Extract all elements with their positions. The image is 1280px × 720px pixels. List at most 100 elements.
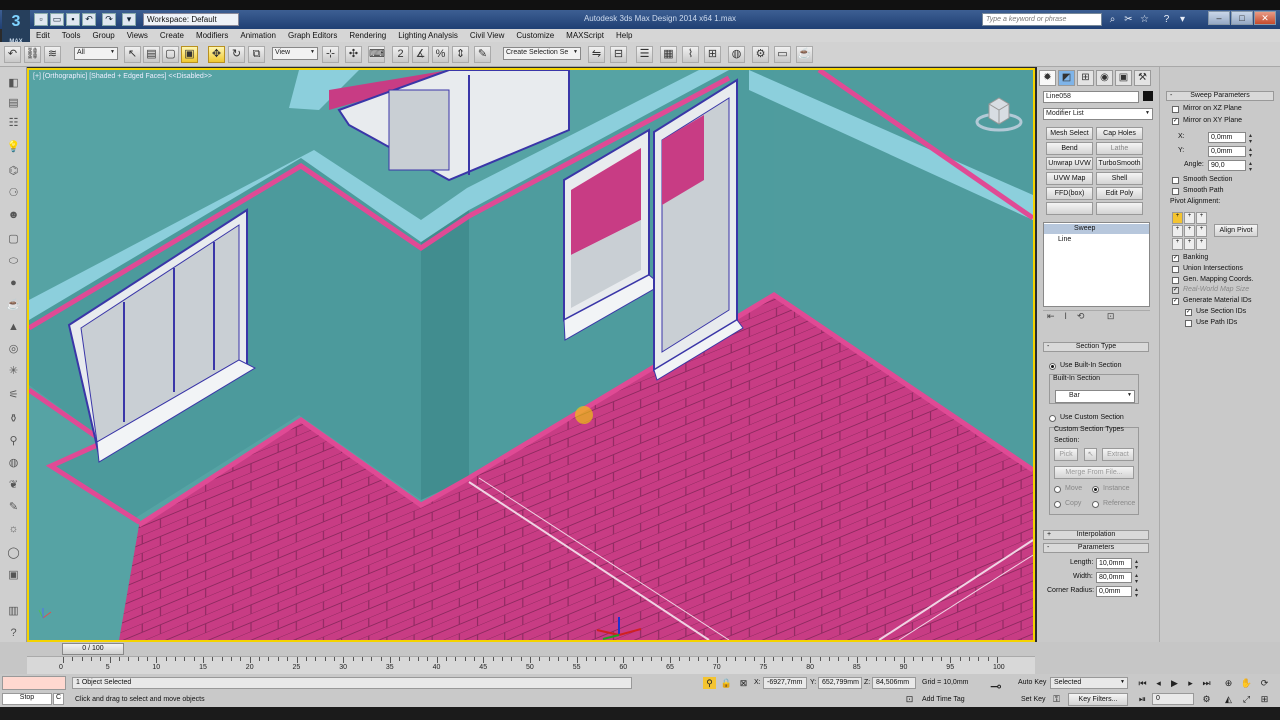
selection-region-icon[interactable]: ▢ xyxy=(162,46,179,63)
padlock-icon[interactable]: 🔒 xyxy=(720,677,733,689)
layout-icon[interactable]: ▥ xyxy=(5,603,22,619)
generate-material-ids-checkbox[interactable]: ✓ xyxy=(1172,298,1179,305)
sphere-icon[interactable]: ◯ xyxy=(5,545,22,561)
time-tag-icon[interactable]: ⊡ xyxy=(903,693,916,705)
window-crossing-icon[interactable]: ▣ xyxy=(181,46,198,63)
set-key-button[interactable]: Set Key xyxy=(1021,696,1046,703)
mirror-xy-checkbox[interactable]: ✓ xyxy=(1172,118,1179,125)
select-manipulate-icon[interactable]: ✣ xyxy=(345,46,362,63)
maxscript-input[interactable]: Stop xyxy=(2,693,52,705)
undo-tool-icon[interactable]: ↶ xyxy=(4,46,21,63)
globe-icon[interactable]: ◍ xyxy=(5,455,22,471)
new-file-icon[interactable]: ▫ xyxy=(34,13,48,26)
smooth-path-checkbox[interactable] xyxy=(1172,188,1179,195)
reference-radio[interactable] xyxy=(1092,501,1099,508)
torus-primitive-icon[interactable]: ◎ xyxy=(5,341,22,357)
named-selection-dropdown[interactable]: Create Selection Se xyxy=(503,47,581,60)
select-by-name-icon[interactable]: ▤ xyxy=(143,46,160,63)
stairs-icon[interactable]: ⚟ xyxy=(5,387,22,403)
gen-mapping-checkbox[interactable] xyxy=(1172,277,1179,284)
edit-poly-button[interactable]: Edit Poly xyxy=(1096,187,1143,200)
scene-explorer-icon[interactable]: ▤ xyxy=(5,95,22,111)
menu-maxscript[interactable]: MAXScript xyxy=(560,31,610,40)
use-path-ids-checkbox[interactable] xyxy=(1185,320,1192,327)
bind-space-warp-icon[interactable]: ≋ xyxy=(44,46,61,63)
maximize-viewport-icon[interactable]: ⤢ xyxy=(1240,693,1253,705)
menu-lighting-analysis[interactable]: Lighting Analysis xyxy=(392,31,464,40)
menu-edit[interactable]: Edit xyxy=(30,31,56,40)
select-and-scale-icon[interactable]: ⧉ xyxy=(248,46,265,63)
rendered-frame-window-icon[interactable]: ▭ xyxy=(774,46,791,63)
selection-filter-dropdown[interactable]: All xyxy=(74,47,118,60)
pivot-cell-icon[interactable]: + xyxy=(1172,238,1183,250)
pivot-cell-icon[interactable]: + xyxy=(1184,212,1195,224)
length-spinner[interactable]: 10,0mm xyxy=(1096,558,1140,570)
light-bulb-icon[interactable]: 💡 xyxy=(5,139,22,155)
pivot-center-icon[interactable]: ⊹ xyxy=(322,46,339,63)
viewport-label[interactable]: [+] [Orthographic] [Shaded + Edged Faces… xyxy=(33,73,212,80)
align-icon[interactable]: ⊟ xyxy=(610,46,627,63)
render-setup-icon[interactable]: ⚙ xyxy=(752,46,769,63)
unwrap-uvw-button[interactable]: Unwrap UVW xyxy=(1046,157,1093,170)
key-filters-button[interactable]: Key Filters... xyxy=(1068,693,1128,706)
menu-modifiers[interactable]: Modifiers xyxy=(190,31,234,40)
stack-item-sweep[interactable]: Sweep xyxy=(1044,224,1149,234)
previous-frame-icon[interactable]: ◂ xyxy=(1152,677,1165,689)
object-color-swatch[interactable] xyxy=(1143,91,1153,101)
shell-button[interactable]: Shell xyxy=(1096,172,1143,185)
layer-manager-icon[interactable]: ☷ xyxy=(5,115,22,131)
pivot-cell-icon[interactable]: + xyxy=(1184,238,1195,250)
use-section-ids-checkbox[interactable]: ✓ xyxy=(1185,309,1192,316)
pan-icon[interactable]: ✋ xyxy=(1240,677,1253,689)
play-icon[interactable]: ▶ xyxy=(1168,677,1181,689)
section-type-rollout[interactable]: - Section Type xyxy=(1043,342,1149,352)
lock-selection-icon[interactable]: ⚲ xyxy=(703,677,716,689)
teapot-icon[interactable]: ☕ xyxy=(5,297,22,313)
select-and-move-icon[interactable]: ✥ xyxy=(208,46,225,63)
stack-item-line[interactable]: Line xyxy=(1044,235,1149,245)
cylinder-primitive-icon[interactable]: ⬭ xyxy=(5,253,22,269)
window-object-icon[interactable]: ⚲ xyxy=(5,433,22,449)
edit-named-selection-icon[interactable]: ✎ xyxy=(474,46,491,63)
pivot-alignment-grid[interactable]: + + + + + + + + + xyxy=(1172,212,1207,250)
material-editor-icon[interactable]: ◍ xyxy=(728,46,745,63)
select-and-rotate-icon[interactable]: ↻ xyxy=(228,46,245,63)
copy-radio[interactable] xyxy=(1054,501,1061,508)
orbit-icon[interactable]: ⟳ xyxy=(1258,677,1271,689)
reference-coordinate-dropdown[interactable]: View xyxy=(272,47,318,60)
use-builtin-radio[interactable] xyxy=(1049,363,1056,370)
parameters-rollout[interactable]: - Parameters xyxy=(1043,543,1149,553)
builtin-section-dropdown[interactable]: Bar xyxy=(1055,390,1135,403)
utilities-tab-icon[interactable]: ⚒ xyxy=(1134,70,1151,86)
curve-editor-icon[interactable]: ⌇ xyxy=(682,46,699,63)
help-icon[interactable]: ? xyxy=(1160,13,1173,26)
corner-radius-spinner[interactable]: 0,0mm xyxy=(1096,586,1140,598)
quick-access-dropdown-icon[interactable]: ▾ xyxy=(122,13,136,26)
use-custom-radio[interactable] xyxy=(1049,415,1056,422)
uvw-map-button[interactable]: UVW Map xyxy=(1046,172,1093,185)
x-coord-field[interactable]: -6927,7mm xyxy=(763,677,807,689)
orthographic-viewport[interactable]: [+] [Orthographic] [Shaded + Edged Faces… xyxy=(27,68,1035,642)
close-button[interactable]: ✕ xyxy=(1254,11,1276,25)
key-mode-toggle-icon[interactable]: ⏯ xyxy=(1136,693,1149,705)
sphere-primitive-icon[interactable]: ● xyxy=(5,275,22,291)
add-time-tag[interactable]: Add Time Tag xyxy=(922,696,965,703)
motion-tab-icon[interactable]: ◉ xyxy=(1096,70,1113,86)
menu-help[interactable]: Help xyxy=(610,31,638,40)
character-icon[interactable]: ☻ xyxy=(5,207,22,223)
favorites-icon[interactable]: ☆ xyxy=(1138,13,1151,26)
key-filter-icon[interactable]: ⚿ xyxy=(1050,693,1063,705)
lathe-button[interactable]: Lathe xyxy=(1096,142,1143,155)
empty-modifier-button[interactable] xyxy=(1046,202,1093,215)
field-of-view-icon[interactable]: ◭ xyxy=(1222,693,1235,705)
instance-radio[interactable] xyxy=(1092,486,1099,493)
y-offset-spinner[interactable]: 0,0mm xyxy=(1208,146,1254,158)
stack-controls[interactable]: ⇤ǀ⟲ ⊡ xyxy=(1043,310,1150,324)
object-name-field[interactable]: Line058 xyxy=(1043,91,1139,103)
angle-spinner[interactable]: 90,0 xyxy=(1208,160,1254,172)
track-bar[interactable]: 0 5 10 15 20 25 30 35 40 45 50 55 60 65 70 75 80 85 90 95 10… xyxy=(27,656,1035,674)
banking-checkbox[interactable]: ✓ xyxy=(1172,255,1179,262)
pivot-cell-icon[interactable]: + xyxy=(1196,212,1207,224)
sun-icon[interactable]: ☼ xyxy=(5,521,22,537)
help-tool-icon[interactable]: ? xyxy=(5,625,22,641)
